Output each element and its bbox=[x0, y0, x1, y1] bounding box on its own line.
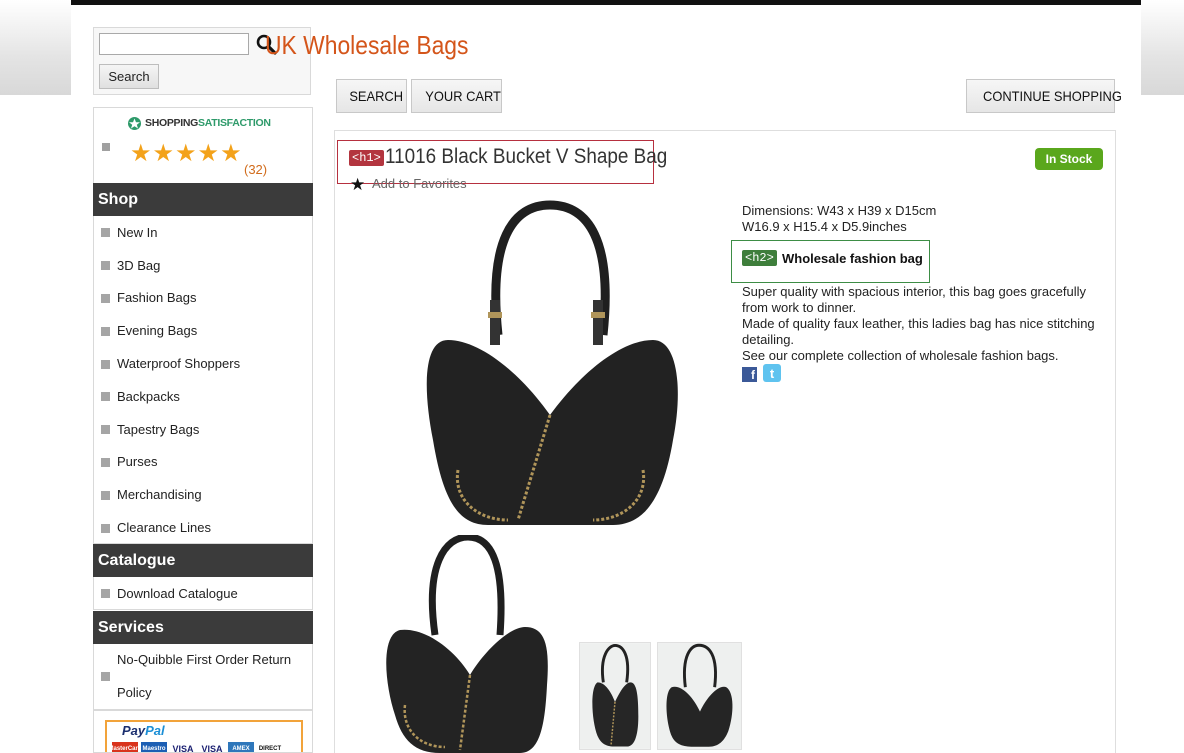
shop-list: New In 3D Bag Fashion Bags Evening Bags … bbox=[93, 216, 313, 544]
paypal-logo: PayPal bbox=[122, 723, 165, 738]
amex-icon: AMEX bbox=[228, 742, 254, 752]
catalogue-header: Catalogue bbox=[93, 544, 313, 577]
stock-status-badge: In Stock bbox=[1035, 148, 1103, 170]
search-input[interactable] bbox=[99, 33, 249, 55]
product-side-image[interactable] bbox=[360, 535, 577, 753]
paypal-badge: PayPal MasterCard Maestro VISA VISA AMEX… bbox=[105, 720, 303, 752]
search-nav-button[interactable]: SEARCH bbox=[336, 79, 407, 113]
product-main-image[interactable] bbox=[388, 200, 713, 528]
shopping-satisfaction-widget[interactable]: SHOPPINGSATISFACTION ★ ★ ★ ★ ★ (32) bbox=[93, 107, 313, 185]
list-bullet bbox=[102, 143, 110, 151]
search-nav-label: SEARCH bbox=[349, 88, 404, 104]
services-header: Services bbox=[93, 611, 313, 644]
direct-debit-icon: DIRECT bbox=[257, 742, 283, 752]
star-icon: ★ bbox=[197, 140, 220, 167]
sidebar-item-backpacks[interactable]: Backpacks bbox=[94, 380, 312, 413]
sidebar-item-clearance-lines[interactable]: Clearance Lines bbox=[94, 511, 312, 544]
sidebar-item-purses[interactable]: Purses bbox=[94, 446, 312, 479]
description-paragraph-2: Made of quality faux leather, this ladie… bbox=[742, 316, 1095, 347]
star-icon: ★ bbox=[175, 140, 197, 167]
h2-tag-badge: <h2> bbox=[742, 250, 777, 266]
ss-logo-icon bbox=[128, 116, 141, 130]
dimensions-metric: Dimensions: W43 x H39 x D15cm bbox=[742, 203, 937, 218]
product-dimensions: Dimensions: W43 x H39 x D15cm W16.9 x H1… bbox=[742, 203, 936, 235]
social-share: f t bbox=[742, 364, 781, 382]
shopping-satisfaction-logo: SHOPPINGSATISFACTION bbox=[127, 115, 271, 131]
continue-shopping-button[interactable]: CONTINUE SHOPPING bbox=[966, 79, 1122, 113]
review-count[interactable]: (32) bbox=[244, 162, 267, 177]
facebook-icon[interactable]: f bbox=[742, 367, 757, 382]
h1-tag-badge: <h1> bbox=[349, 150, 384, 166]
shop-header: Shop bbox=[93, 183, 313, 216]
star-icon: ★ bbox=[152, 140, 175, 167]
services-list: No-Quibble First Order Return Policy bbox=[93, 644, 313, 710]
product-subtitle: Wholesale fashion bag bbox=[782, 251, 923, 266]
star-icon: ★ bbox=[130, 140, 152, 167]
your-cart-button[interactable]: YOUR CART bbox=[411, 79, 502, 113]
page-title: UK Wholesale Bags bbox=[265, 30, 469, 60]
visa-electron-icon: VISA bbox=[199, 742, 225, 752]
sidebar-item-3d-bag[interactable]: 3D Bag bbox=[94, 249, 312, 282]
shop-header-label: Shop bbox=[98, 191, 138, 208]
payment-methods: PayPal MasterCard Maestro VISA VISA AMEX… bbox=[93, 710, 313, 753]
sidebar-item-tapestry-bags[interactable]: Tapestry Bags bbox=[94, 413, 312, 446]
rating-stars: ★ ★ ★ ★ ★ bbox=[130, 142, 242, 166]
sidebar-item-download-catalogue[interactable]: Download Catalogue bbox=[94, 577, 312, 610]
catalogue-list: Download Catalogue bbox=[93, 577, 313, 610]
maestro-icon: Maestro bbox=[141, 742, 167, 752]
paypal-logo-part1: Pay bbox=[122, 723, 146, 738]
product-thumbnail-2[interactable] bbox=[657, 642, 742, 750]
sidebar-item-return-policy[interactable]: No-Quibble First Order Return Policy bbox=[94, 644, 294, 708]
your-cart-label: YOUR CART bbox=[425, 88, 501, 104]
card-logos: MasterCard Maestro VISA VISA AMEX DIRECT bbox=[109, 742, 283, 752]
services-header-label: Services bbox=[98, 619, 164, 636]
sidebar-item-new-in[interactable]: New In bbox=[94, 216, 312, 249]
sidebar-item-waterproof-shoppers[interactable]: Waterproof Shoppers bbox=[94, 347, 312, 380]
ss-logo-part2: SATISFACTION bbox=[198, 117, 271, 129]
twitter-icon[interactable]: t bbox=[763, 364, 781, 382]
favorite-star-icon[interactable]: ★ bbox=[350, 176, 365, 193]
search-button[interactable]: Search bbox=[99, 64, 159, 89]
product-title: 11016 Black Bucket V Shape Bag bbox=[385, 145, 668, 168]
description-paragraph-3: See our complete collection of wholesale… bbox=[742, 348, 1059, 363]
visa-icon: VISA bbox=[170, 742, 196, 752]
product-description: Super quality with spacious interior, th… bbox=[742, 284, 1107, 364]
mastercard-icon: MasterCard bbox=[109, 742, 142, 752]
description-paragraph-1: Super quality with spacious interior, th… bbox=[742, 284, 1086, 315]
catalogue-header-label: Catalogue bbox=[98, 552, 176, 569]
continue-shopping-label: CONTINUE SHOPPING bbox=[983, 88, 1122, 104]
ss-logo-part1: SHOPPING bbox=[145, 117, 199, 129]
star-icon: ★ bbox=[220, 140, 242, 167]
dimensions-imperial: W16.9 x H15.4 x D5.9inches bbox=[742, 219, 907, 234]
sidebar-item-merchandising[interactable]: Merchandising bbox=[94, 478, 312, 511]
product-thumbnail-1[interactable] bbox=[579, 642, 651, 750]
sidebar-item-fashion-bags[interactable]: Fashion Bags bbox=[94, 282, 312, 315]
paypal-logo-part2: Pal bbox=[145, 723, 165, 738]
sidebar-item-evening-bags[interactable]: Evening Bags bbox=[94, 314, 312, 347]
top-bar bbox=[71, 0, 1141, 5]
add-to-favorites-link[interactable]: Add to Favorites bbox=[372, 176, 467, 191]
